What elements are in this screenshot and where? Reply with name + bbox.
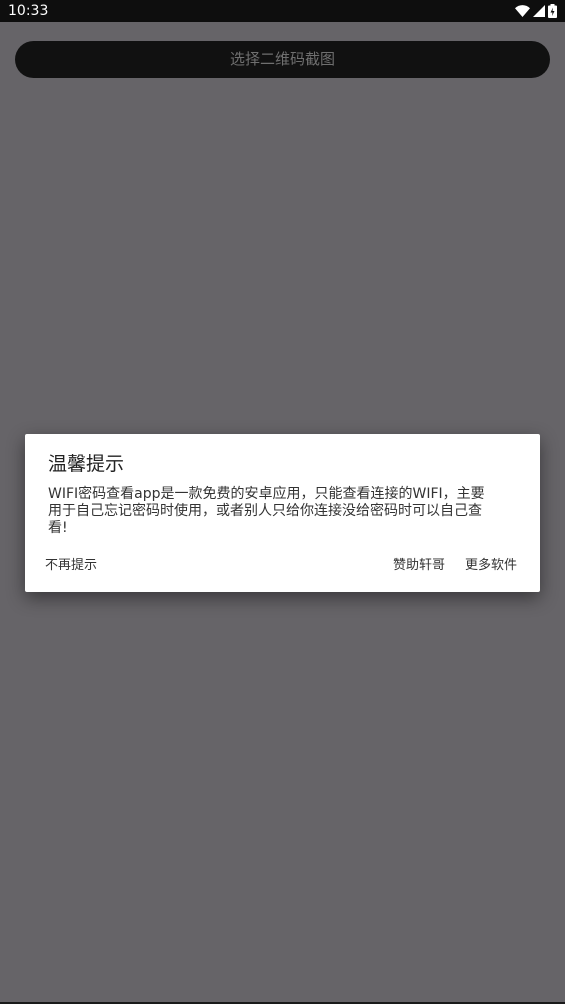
cellular-signal-icon bbox=[533, 5, 545, 17]
status-time: 10:33 bbox=[8, 3, 49, 19]
select-qr-screenshot-button[interactable]: 选择二维码截图 bbox=[15, 41, 550, 78]
dialog-title: 温馨提示 bbox=[48, 453, 125, 475]
dialog-message: WIFI密码查看app是一款免费的安卓应用，只能查看连接的WIFI，主要 用于自… bbox=[48, 486, 485, 536]
more-software-button[interactable]: 更多软件 bbox=[465, 556, 517, 576]
wifi-icon bbox=[515, 5, 530, 17]
sponsor-button[interactable]: 赞助轩哥 bbox=[393, 556, 445, 576]
battery-icon bbox=[548, 4, 557, 18]
notice-dialog: 温馨提示 WIFI密码查看app是一款免费的安卓应用，只能查看连接的WIFI，主… bbox=[25, 434, 540, 592]
status-icons bbox=[515, 3, 557, 19]
status-bar: 10:33 bbox=[0, 0, 565, 22]
dont-show-again-button[interactable]: 不再提示 bbox=[45, 556, 97, 576]
